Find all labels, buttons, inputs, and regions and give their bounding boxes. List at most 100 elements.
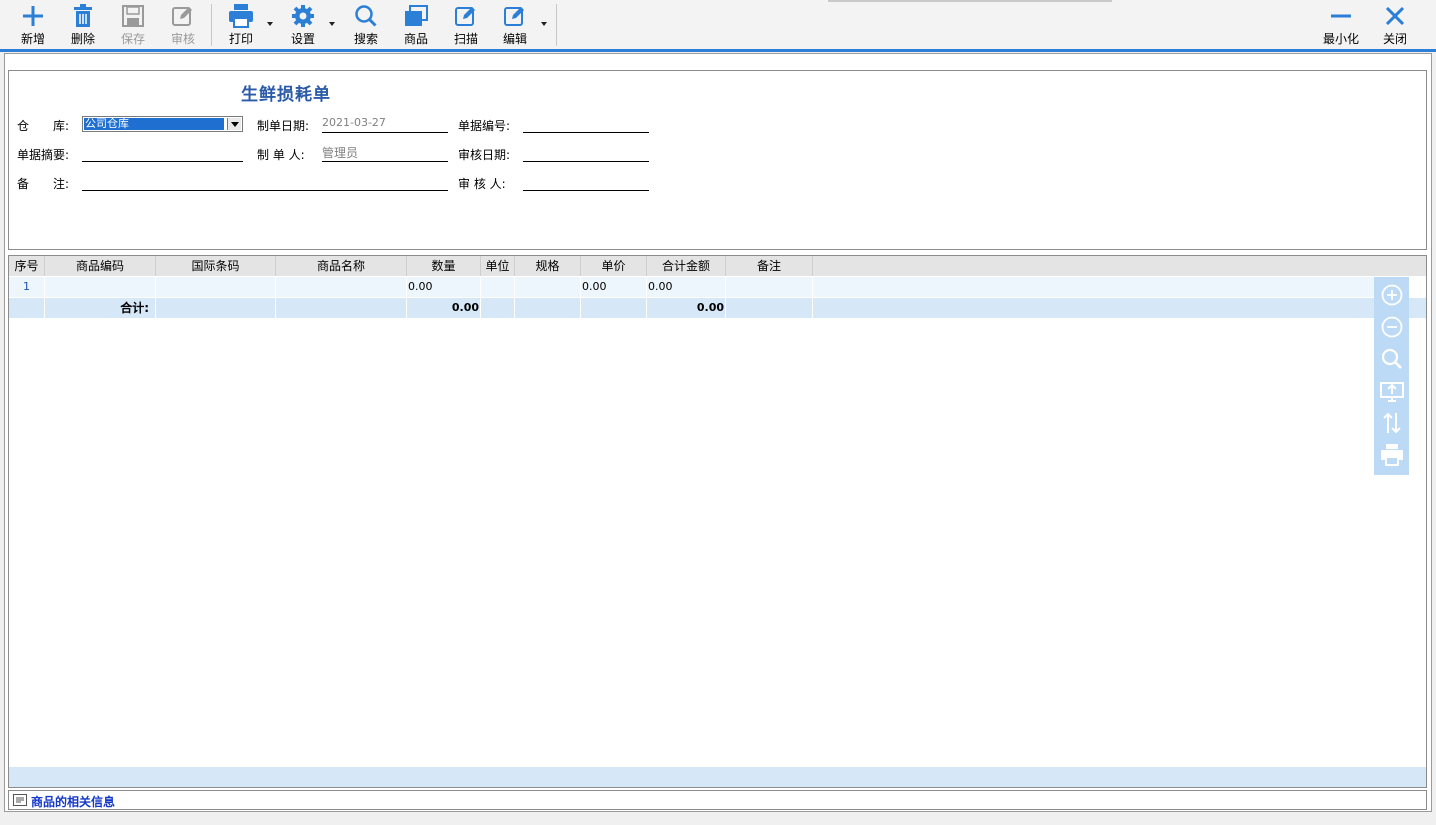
row-spec-cell[interactable] xyxy=(515,277,581,297)
row-barcode-cell[interactable] xyxy=(156,277,276,297)
total-amount-cell: 0.00 xyxy=(647,298,726,318)
column-header-index[interactable]: 序号 xyxy=(9,256,45,276)
zoom-out-icon xyxy=(1381,316,1402,337)
grid-header: 序号 商品编码 国际条码 商品名称 数量 单位 规格 单价 合计金额 备注 xyxy=(9,256,1426,276)
audit-date-field-underline xyxy=(523,161,649,162)
column-header-spec[interactable]: 规格 xyxy=(515,256,581,276)
column-header-remark[interactable]: 备注 xyxy=(726,256,813,276)
delete-button-label: 删除 xyxy=(70,32,95,46)
date-field-underline xyxy=(322,132,448,133)
row-qty-cell[interactable]: 0.00 xyxy=(407,277,481,297)
row-amount-cell[interactable]: 0.00 xyxy=(647,277,726,297)
document-header: 生鲜损耗单 仓 库: 公司仓库 制单日期: 2021-03-27 单据编号: 单… xyxy=(8,70,1427,250)
column-header-code[interactable]: 商品编码 xyxy=(45,256,156,276)
column-header-qty[interactable]: 数量 xyxy=(407,256,481,276)
column-header-unit[interactable]: 单位 xyxy=(481,256,515,276)
row-name-cell[interactable] xyxy=(276,277,407,297)
close-button[interactable]: 关闭 xyxy=(1380,3,1410,47)
document-panel: 生鲜损耗单 仓 库: 公司仓库 制单日期: 2021-03-27 单据编号: 单… xyxy=(4,53,1432,812)
close-icon xyxy=(1382,3,1408,28)
grid-print-button[interactable] xyxy=(1379,442,1404,467)
row-remark-cell[interactable] xyxy=(726,277,813,297)
edit-button[interactable]: 编辑 xyxy=(500,3,530,47)
toolbar-divider xyxy=(556,4,557,46)
creator-field[interactable]: 管理员 xyxy=(322,144,358,161)
total-barcode-cell xyxy=(156,298,276,318)
zoom-out-button[interactable] xyxy=(1379,314,1404,339)
row-code-cell[interactable] xyxy=(45,277,156,297)
auditor-field-underline xyxy=(523,190,649,191)
scan-edit-icon xyxy=(453,3,479,28)
trash-icon xyxy=(70,3,96,28)
export-button[interactable] xyxy=(1379,378,1404,403)
audit-button-label: 审核 xyxy=(170,32,195,46)
scan-button[interactable]: 扫描 xyxy=(451,3,481,47)
related-info-bar[interactable]: 商品的相关信息 xyxy=(8,790,1427,810)
settings-button[interactable]: 设置 xyxy=(288,3,318,47)
delete-button[interactable]: 删除 xyxy=(68,3,98,47)
total-index-cell xyxy=(9,298,45,318)
summary-label: 单据摘要: xyxy=(17,148,70,162)
warehouse-dropdown-button[interactable] xyxy=(227,118,241,130)
auditor-label: 审 核 人: xyxy=(458,177,506,191)
minimize-button-label: 最小化 xyxy=(1322,32,1359,46)
date-label: 制单日期: xyxy=(257,119,310,133)
settings-dropdown-caret[interactable] xyxy=(329,22,335,26)
grid-summary-band xyxy=(9,767,1426,787)
warehouse-label: 仓 库: xyxy=(17,119,70,133)
minimize-button[interactable]: 最小化 xyxy=(1320,3,1362,47)
column-header-amount[interactable]: 合计金额 xyxy=(647,256,726,276)
remark-field-underline xyxy=(82,190,448,191)
save-button[interactable]: 保存 xyxy=(118,3,148,47)
edit-dropdown-caret[interactable] xyxy=(541,22,547,26)
search-button[interactable]: 搜索 xyxy=(351,3,381,47)
doc-no-field-underline xyxy=(523,132,649,133)
warehouse-select[interactable]: 公司仓库 xyxy=(82,116,243,132)
total-unit-cell xyxy=(481,298,515,318)
add-button[interactable]: 新增 xyxy=(18,3,48,47)
column-header-price[interactable]: 单价 xyxy=(581,256,647,276)
goods-button-label: 商品 xyxy=(403,32,428,46)
total-name-cell xyxy=(276,298,407,318)
total-label: 合计: xyxy=(45,298,156,318)
row-index-cell: 1 xyxy=(9,277,45,297)
print-dropdown-caret[interactable] xyxy=(267,22,273,26)
total-price-cell xyxy=(581,298,647,318)
goods-window-icon xyxy=(403,3,429,28)
search-icon xyxy=(353,3,379,28)
save-icon xyxy=(120,3,146,28)
toolbar: 新增 删除 保存 审核 打印 设置 搜索 商品 扫描 编辑 最小化 关闭 xyxy=(0,0,1436,49)
row-unit-cell[interactable] xyxy=(481,277,515,297)
grid-side-toolbar xyxy=(1374,277,1409,475)
search-icon xyxy=(1381,348,1402,369)
sort-button[interactable] xyxy=(1379,410,1404,435)
scan-button-label: 扫描 xyxy=(453,32,478,46)
summary-field-underline xyxy=(82,161,243,162)
minimize-icon xyxy=(1328,3,1354,28)
close-button-label: 关闭 xyxy=(1382,32,1407,46)
goods-button[interactable]: 商品 xyxy=(401,3,431,47)
row-price-cell[interactable]: 0.00 xyxy=(581,277,647,297)
table-row[interactable]: 1 0.00 0.00 0.00 xyxy=(9,277,1374,297)
edit-icon xyxy=(502,3,528,28)
info-panel-icon xyxy=(13,794,27,806)
zoom-in-button[interactable] xyxy=(1379,282,1404,307)
print-button[interactable]: 打印 xyxy=(226,3,256,47)
column-header-barcode[interactable]: 国际条码 xyxy=(156,256,276,276)
audit-button[interactable]: 审核 xyxy=(168,3,198,47)
creator-field-underline xyxy=(322,161,448,162)
date-field[interactable]: 2021-03-27 xyxy=(322,116,386,129)
zoom-in-icon xyxy=(1381,284,1402,305)
settings-button-label: 设置 xyxy=(290,32,315,46)
save-button-label: 保存 xyxy=(120,32,145,46)
creator-label: 制 单 人: xyxy=(257,148,305,162)
column-header-name[interactable]: 商品名称 xyxy=(276,256,407,276)
items-grid[interactable]: 序号 商品编码 国际条码 商品名称 数量 单位 规格 单价 合计金额 备注 1 … xyxy=(8,255,1427,788)
total-qty-cell: 0.00 xyxy=(407,298,481,318)
grid-search-button[interactable] xyxy=(1379,346,1404,371)
plus-icon xyxy=(20,3,46,28)
toolbar-divider xyxy=(211,4,212,46)
page-title: 生鲜损耗单 xyxy=(241,85,331,105)
total-spec-cell xyxy=(515,298,581,318)
related-info-label[interactable]: 商品的相关信息 xyxy=(31,793,115,810)
